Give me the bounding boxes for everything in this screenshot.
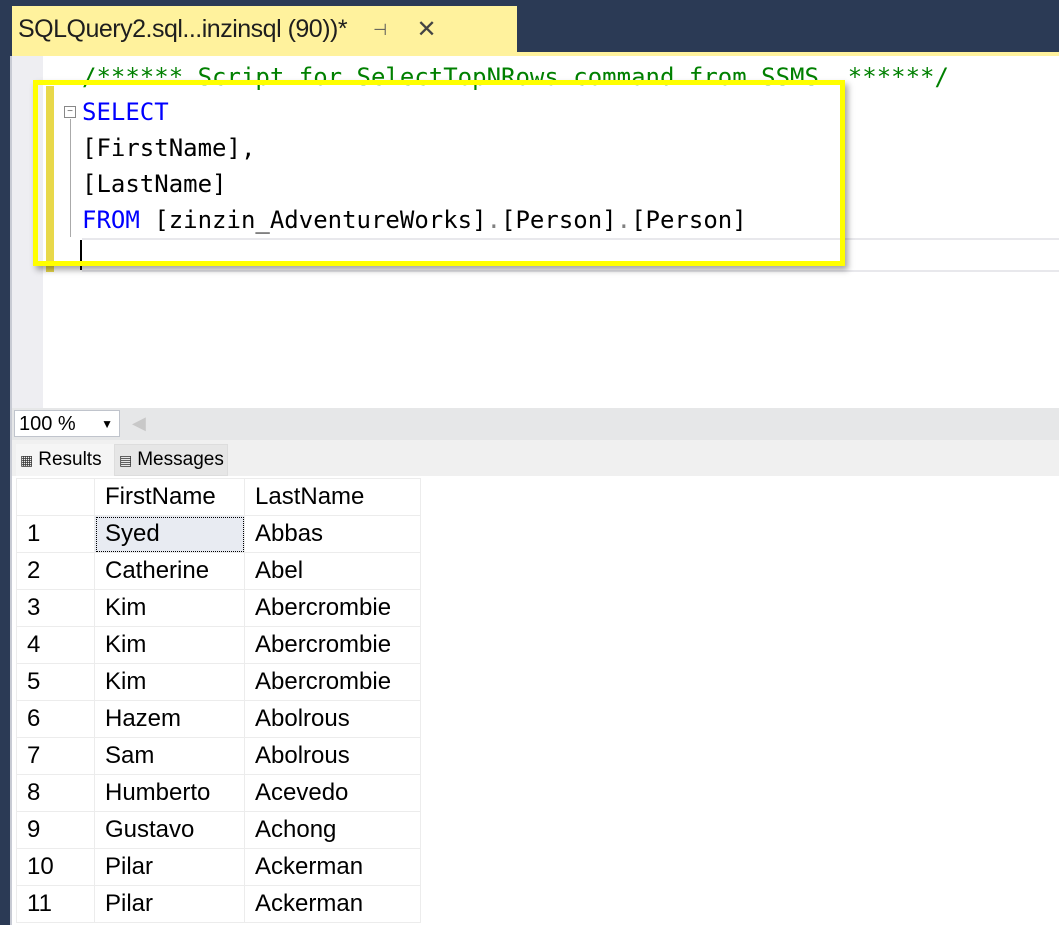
- table-cell[interactable]: Ackerman: [244, 848, 421, 886]
- table-cell[interactable]: Pilar: [94, 848, 245, 886]
- result-tabs: ▦ Results ▤ Messages: [10, 440, 1059, 476]
- table-cell[interactable]: Catherine: [94, 552, 245, 590]
- row-number[interactable]: 11: [16, 885, 95, 923]
- row-number[interactable]: 9: [16, 811, 95, 849]
- tab-results[interactable]: ▦ Results: [16, 444, 114, 476]
- table-row: 9 Gustavo Achong: [16, 811, 421, 849]
- column-header[interactable]: LastName: [244, 478, 421, 516]
- table-cell[interactable]: Syed: [94, 515, 245, 553]
- table-row: 4 Kim Abercrombie: [16, 626, 421, 664]
- table-row: 10 Pilar Ackerman: [16, 848, 421, 886]
- messages-icon: ▤: [119, 452, 133, 468]
- row-number[interactable]: 10: [16, 848, 95, 886]
- row-number[interactable]: 2: [16, 552, 95, 590]
- row-number[interactable]: 3: [16, 589, 95, 627]
- tab-messages[interactable]: ▤ Messages: [114, 444, 228, 476]
- row-number[interactable]: 8: [16, 774, 95, 812]
- table-cell[interactable]: Kim: [94, 589, 245, 627]
- table-cell[interactable]: Ackerman: [244, 885, 421, 923]
- table-cell[interactable]: Abercrombie: [244, 589, 421, 627]
- pin-icon[interactable]: ⊣: [373, 20, 387, 40]
- table-row: 6 Hazem Abolrous: [16, 700, 421, 738]
- grid-icon: ▦: [20, 452, 34, 468]
- table-cell[interactable]: Kim: [94, 626, 245, 664]
- row-number[interactable]: 6: [16, 700, 95, 738]
- table-row: 3 Kim Abercrombie: [16, 589, 421, 627]
- table-row: 2 Catherine Abel: [16, 552, 421, 590]
- table-cell[interactable]: Abercrombie: [244, 663, 421, 701]
- table-row: 5 Kim Abercrombie: [16, 663, 421, 701]
- column-header[interactable]: FirstName: [94, 478, 245, 516]
- zoom-bar: 100 % ▼ ◀: [10, 408, 1059, 440]
- header-row: FirstName LastName: [16, 478, 421, 516]
- table-cell[interactable]: Abolrous: [244, 737, 421, 775]
- row-number[interactable]: 4: [16, 626, 95, 664]
- column-header[interactable]: [16, 478, 95, 516]
- table-row: 8 Humberto Acevedo: [16, 774, 421, 812]
- table-cell[interactable]: Sam: [94, 737, 245, 775]
- zoom-dropdown[interactable]: 100 % ▼: [14, 410, 120, 437]
- table-cell[interactable]: Pilar: [94, 885, 245, 923]
- table-cell[interactable]: Acevedo: [244, 774, 421, 812]
- table-cell[interactable]: Abel: [244, 552, 421, 590]
- row-number[interactable]: 1: [16, 515, 95, 553]
- table-cell[interactable]: Humberto: [94, 774, 245, 812]
- table-cell[interactable]: Kim: [94, 663, 245, 701]
- table-cell[interactable]: Achong: [244, 811, 421, 849]
- table-cell[interactable]: Abbas: [244, 515, 421, 553]
- row-number[interactable]: 5: [16, 663, 95, 701]
- query-tab[interactable]: SQLQuery2.sql...inzinsql (90))* ⊣ ✕: [12, 6, 517, 53]
- results-grid: FirstName LastName 1 Syed Abbas 2 Catherine Abe…: [10, 476, 1059, 925]
- highlight-box: [33, 80, 845, 266]
- table-row: 1 Syed Abbas: [16, 515, 421, 553]
- row-number[interactable]: 7: [16, 737, 95, 775]
- tab-title: SQLQuery2.sql...inzinsql (90))*: [18, 15, 348, 43]
- scroll-left-icon[interactable]: ◀: [132, 413, 146, 434]
- chevron-down-icon: ▼: [101, 417, 113, 431]
- table-cell[interactable]: Hazem: [94, 700, 245, 738]
- close-icon[interactable]: ✕: [417, 15, 437, 44]
- table-cell[interactable]: Abolrous: [244, 700, 421, 738]
- table-cell[interactable]: Gustavo: [94, 811, 245, 849]
- table-row: 11 Pilar Ackerman: [16, 885, 421, 923]
- table-row: 7 Sam Abolrous: [16, 737, 421, 775]
- table-cell[interactable]: Abercrombie: [244, 626, 421, 664]
- results-table: FirstName LastName 1 Syed Abbas 2 Catherine Abe…: [16, 478, 421, 923]
